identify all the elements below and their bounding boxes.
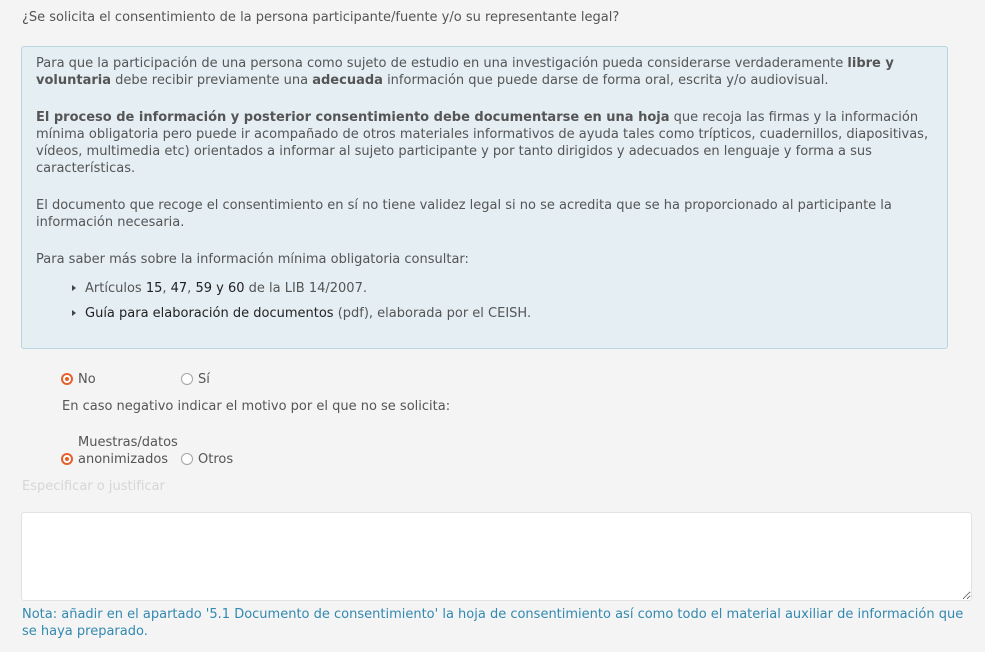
bold-text: El proceso de información y posterior co…	[36, 110, 670, 125]
note-text: Nota: añadir en el apartado '5.1 Documen…	[22, 607, 964, 639]
radio-wrapper	[61, 371, 73, 388]
radio-label-otros[interactable]: Otros	[198, 451, 301, 468]
radio-anonymized[interactable]	[61, 452, 73, 465]
radio-label-anonymized[interactable]: Muestras/datos anonimizados	[78, 434, 181, 468]
radio-label-si[interactable]: Sí	[198, 371, 301, 388]
reference-text: de la LIB 14/2007.	[244, 281, 367, 296]
info-text: debe recibir previamente una	[111, 73, 313, 88]
info-paragraph-2: El proceso de información y posterior co…	[36, 109, 937, 177]
info-box: Para que la participación de una persona…	[21, 46, 948, 349]
reference-text: Artículos	[85, 281, 146, 296]
info-paragraph-4: Para saber más sobre la información míni…	[36, 252, 469, 267]
reason-radio-group: Muestras/datos anonimizados Otros	[61, 434, 301, 468]
radio-wrapper	[61, 451, 73, 468]
radio-no[interactable]	[61, 372, 73, 385]
link-document-guide[interactable]: Guía para elaboración de documentos	[85, 306, 334, 321]
page: ¿Se solicita el consentimiento de la per…	[0, 0, 985, 652]
bold-text: adecuada	[312, 73, 383, 88]
reference-text: (pdf), elaborada por el CEISH.	[333, 306, 532, 321]
reference-separator: ,	[162, 281, 171, 296]
radio-option-anonymized[interactable]: Muestras/datos anonimizados	[61, 434, 181, 468]
link-article-15[interactable]: 15	[146, 281, 163, 296]
justification-textarea[interactable]	[21, 512, 972, 601]
reference-item: Guía para elaboración de documentos (pdf…	[72, 301, 937, 326]
radio-wrapper	[181, 371, 193, 388]
radio-si[interactable]	[181, 372, 193, 385]
justification-label: Especificar o justificar	[22, 479, 165, 494]
radio-option-si[interactable]: Sí	[181, 371, 301, 388]
caret-right-icon	[72, 310, 76, 316]
radio-option-no[interactable]: No	[61, 371, 181, 388]
link-article-47[interactable]: 47	[171, 281, 188, 296]
info-paragraph-3: El documento que recoge el consentimient…	[36, 198, 892, 230]
reference-item: Artículos 15, 47, 59 y 60 de la LIB 14/2…	[72, 276, 937, 301]
consent-radio-group: No Sí	[61, 371, 301, 388]
radio-option-otros[interactable]: Otros	[181, 451, 301, 468]
radio-wrapper	[181, 451, 193, 468]
info-text: información que puede darse de forma ora…	[382, 73, 829, 88]
radio-otros[interactable]	[181, 452, 193, 465]
link-articles-59-60[interactable]: 59 y 60	[195, 281, 244, 296]
references-list: Artículos 15, 47, 59 y 60 de la LIB 14/2…	[36, 276, 937, 326]
caret-right-icon	[72, 285, 76, 291]
info-paragraph-1: Para que la participación de una persona…	[36, 55, 937, 89]
question-text: ¿Se solicita el consentimiento de la per…	[22, 10, 620, 25]
info-text: Para que la participación de una persona…	[36, 56, 848, 71]
reason-prompt: En caso negativo indicar el motivo por e…	[62, 399, 451, 414]
radio-label-no[interactable]: No	[78, 371, 181, 388]
